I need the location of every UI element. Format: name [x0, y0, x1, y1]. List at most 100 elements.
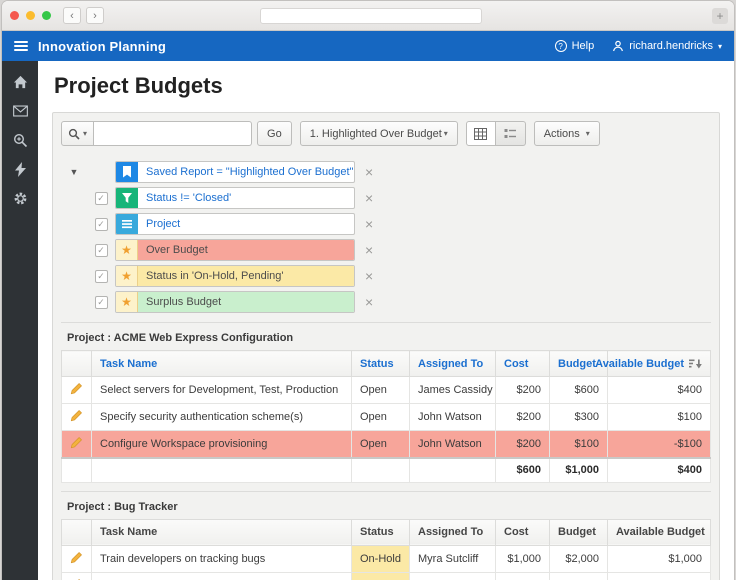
break-enabled-checkbox[interactable]: ✓	[94, 217, 108, 231]
report-view-button[interactable]	[465, 121, 496, 146]
column-header-budget[interactable]: Budget	[549, 518, 608, 546]
help-label: Help	[571, 40, 595, 52]
table-row: Specify security authentication scheme(s…	[61, 403, 711, 431]
highlight-condition: ★ Over Budget	[115, 239, 355, 261]
maximize-window-button[interactable]	[42, 11, 51, 20]
highlight-enabled-checkbox[interactable]: ✓	[94, 243, 108, 257]
help-link[interactable]: ? Help	[554, 40, 595, 52]
single-row-view-button[interactable]	[495, 121, 526, 146]
report-table-bug-tracker: Task Name Status Assigned To Cost Budget…	[61, 518, 711, 580]
column-header-available-budget[interactable]: Available Budget	[595, 350, 711, 377]
column-header-label: Available Budget	[595, 357, 684, 370]
close-window-button[interactable]	[10, 11, 19, 20]
chevron-down-icon: ▾	[443, 129, 448, 138]
saved-report-row: ▼ Saved Report = "Highlighted Over Budge…	[61, 159, 711, 185]
remove-saved-report-button[interactable]: ×	[365, 165, 373, 179]
report-settings: ▼ Saved Report = "Highlighted Over Budge…	[61, 154, 711, 322]
minimize-window-button[interactable]	[26, 11, 35, 20]
column-header-task-name[interactable]: Task Name	[91, 350, 352, 377]
column-header-assigned-to[interactable]: Assigned To	[409, 350, 496, 377]
forward-button[interactable]: ›	[86, 7, 104, 24]
edit-row-icon[interactable]	[70, 551, 83, 564]
remove-highlight-button[interactable]: ×	[365, 295, 373, 309]
search-input[interactable]	[94, 121, 253, 146]
highlight-row-status: ✓ ★ Status in 'On-Hold, Pending' ×	[61, 263, 711, 289]
highlight-label[interactable]: Over Budget	[138, 240, 354, 260]
highlight-label[interactable]: Surplus Budget	[138, 292, 354, 312]
menu-icon[interactable]	[14, 41, 28, 51]
go-button[interactable]: Go	[257, 121, 292, 146]
cell-available-budget: $500	[607, 571, 711, 580]
remove-break-button[interactable]: ×	[365, 217, 373, 231]
column-header-assigned-to[interactable]: Assigned To	[409, 518, 496, 546]
view-toggle	[465, 121, 526, 146]
collapse-settings-icon[interactable]: ▼	[70, 167, 79, 177]
highlight-row-over-budget: ✓ ★ Over Budget ×	[61, 237, 711, 263]
highlight-condition: ★ Status in 'On-Hold, Pending'	[115, 265, 355, 287]
cell-task-name: Specify security authentication scheme(s…	[91, 403, 352, 431]
search-icon	[68, 128, 80, 140]
window-controls	[10, 11, 51, 20]
control-break-label[interactable]: Project	[138, 214, 354, 234]
saved-report-label[interactable]: Saved Report = "Highlighted Over Budget"	[138, 162, 354, 182]
cell-status: Open	[351, 430, 410, 459]
header-right: ? Help richard.hendricks ▾	[554, 40, 722, 52]
actions-button[interactable]: Actions ▾	[533, 121, 600, 146]
home-icon[interactable]	[12, 74, 28, 90]
saved-report-icon	[116, 162, 138, 182]
summary-available-budget: $400	[607, 457, 711, 483]
lightning-icon[interactable]	[12, 161, 28, 177]
screen: ‹ › + Innovation Planning ? Help richard…	[0, 0, 736, 580]
mail-icon[interactable]	[12, 103, 28, 119]
edit-row-icon[interactable]	[70, 436, 83, 449]
column-header-status[interactable]: Status	[351, 350, 410, 377]
saved-report-selector[interactable]: 1. Highlighted Over Budget ▾	[299, 121, 458, 146]
address-bar[interactable]	[260, 8, 482, 24]
zoom-search-icon[interactable]	[12, 132, 28, 148]
browser-window: ‹ › + Innovation Planning ? Help richard…	[1, 0, 735, 580]
gear-icon[interactable]	[12, 190, 28, 206]
new-tab-button[interactable]: +	[712, 8, 728, 24]
search-column-button[interactable]: ▾	[61, 121, 95, 146]
cell-available-budget: $100	[607, 403, 711, 431]
actions-label: Actions	[543, 127, 580, 140]
column-header-cost[interactable]: Cost	[495, 350, 550, 377]
cell-status-highlighted: Pending	[351, 571, 410, 580]
table-header-row: Task Name Status Assigned To Cost Budget…	[61, 350, 711, 377]
main: Project Budgets ▾ Go 1. Highlighted Over…	[2, 61, 734, 580]
filter-condition-row: ✓ Status != 'Closed' ×	[61, 185, 711, 211]
remove-filter-button[interactable]: ×	[365, 191, 373, 205]
interactive-report-panel: ▾ Go 1. Highlighted Over Budget ▾ Action…	[52, 112, 720, 580]
edit-column-header	[61, 350, 92, 377]
summary-cost: $600	[495, 457, 550, 483]
highlight-star-icon: ★	[116, 292, 138, 312]
cell-assigned-to: Myra Sutcliff	[409, 571, 496, 580]
filter-label[interactable]: Status != 'Closed'	[138, 188, 354, 208]
column-header-available-budget[interactable]: Available Budget	[607, 518, 711, 546]
user-menu[interactable]: richard.hendricks ▾	[612, 40, 722, 52]
remove-highlight-button[interactable]: ×	[365, 269, 373, 283]
cell-cost: $1,000	[495, 544, 550, 573]
column-header-task-name[interactable]: Task Name	[91, 518, 352, 546]
back-button[interactable]: ‹	[63, 7, 81, 24]
edit-row-icon[interactable]	[70, 382, 83, 395]
cell-assigned-to: Myra Sutcliff	[409, 544, 496, 573]
filter-enabled-checkbox[interactable]: ✓	[94, 191, 108, 205]
table-row-highlighted-over-budget: Configure Workspace provisioning Open Jo…	[61, 430, 711, 459]
highlight-enabled-checkbox[interactable]: ✓	[94, 295, 108, 309]
help-icon: ?	[554, 40, 567, 52]
cell-available-budget: $400	[607, 376, 711, 404]
saved-report-condition: Saved Report = "Highlighted Over Budget"	[115, 161, 355, 183]
check-icon: ✓	[97, 192, 105, 203]
control-break-header: Project : ACME Web Express Configuration	[61, 322, 711, 350]
sort-descending-icon	[689, 359, 702, 369]
remove-highlight-button[interactable]: ×	[365, 243, 373, 257]
filter-condition: Status != 'Closed'	[115, 187, 355, 209]
highlight-label[interactable]: Status in 'On-Hold, Pending'	[138, 266, 354, 286]
content: Project Budgets ▾ Go 1. Highlighted Over…	[38, 61, 734, 580]
edit-row-icon[interactable]	[70, 409, 83, 422]
check-icon: ✓	[97, 296, 105, 307]
column-header-status[interactable]: Status	[351, 518, 410, 546]
highlight-enabled-checkbox[interactable]: ✓	[94, 269, 108, 283]
column-header-cost[interactable]: Cost	[495, 518, 550, 546]
